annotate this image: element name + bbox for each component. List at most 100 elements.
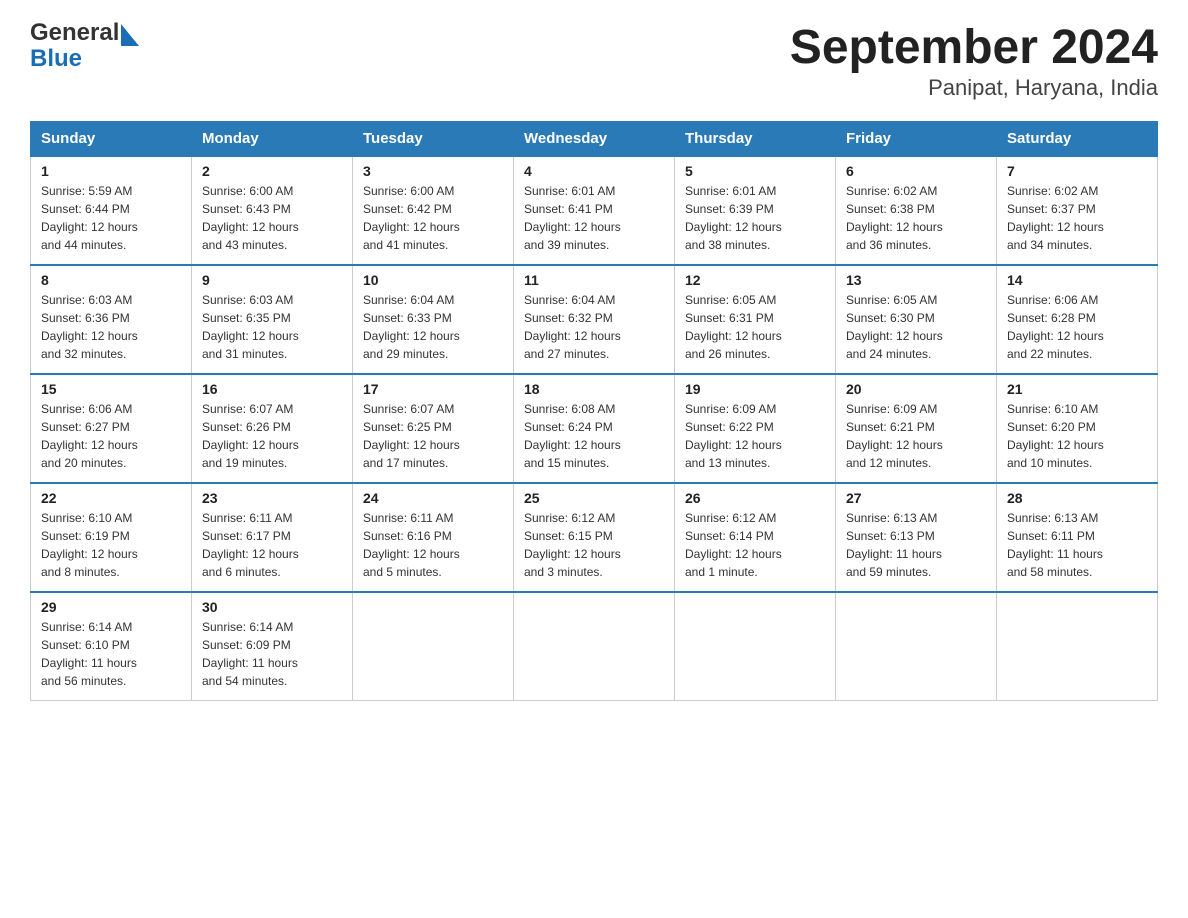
day-info: Sunrise: 6:06 AMSunset: 6:27 PMDaylight:… [41, 400, 181, 472]
week-row-2: 8 Sunrise: 6:03 AMSunset: 6:36 PMDaylight… [31, 265, 1158, 374]
weekday-header-monday: Monday [192, 122, 353, 157]
day-info: Sunrise: 6:01 AMSunset: 6:39 PMDaylight:… [685, 182, 825, 254]
calendar-cell: 7Sunrise: 6:02 AMSunset: 6:37 PMDaylight… [997, 156, 1158, 265]
day-info: Sunrise: 6:05 AMSunset: 6:31 PMDaylight:… [685, 291, 825, 363]
day-number: 4 [524, 163, 664, 179]
day-number: 14 [1007, 272, 1147, 288]
week-row-5: 29 Sunrise: 6:14 AMSunset: 6:10 PMDayligh… [31, 592, 1158, 701]
calendar-cell: 2Sunrise: 6:00 AMSunset: 6:43 PMDaylight… [192, 156, 353, 265]
calendar-cell: 29 Sunrise: 6:14 AMSunset: 6:10 PMDayligh… [31, 592, 192, 701]
day-info: Sunrise: 6:07 AMSunset: 6:25 PMDaylight:… [363, 400, 503, 472]
calendar-cell: 3 Sunrise: 6:00 AMSunset: 6:42 PMDaylight… [353, 156, 514, 265]
day-info: Sunrise: 6:05 AMSunset: 6:30 PMDaylight:… [846, 291, 986, 363]
calendar-cell: 26Sunrise: 6:12 AMSunset: 6:14 PMDayligh… [675, 483, 836, 592]
weekday-header-wednesday: Wednesday [514, 122, 675, 157]
day-info: Sunrise: 6:10 AMSunset: 6:20 PMDaylight:… [1007, 400, 1147, 472]
day-number: 17 [363, 381, 503, 397]
calendar-cell: 30Sunrise: 6:14 AMSunset: 6:09 PMDayligh… [192, 592, 353, 701]
day-info: Sunrise: 6:04 AMSunset: 6:32 PMDaylight:… [524, 291, 664, 363]
calendar-cell: 24Sunrise: 6:11 AMSunset: 6:16 PMDayligh… [353, 483, 514, 592]
day-number: 7 [1007, 163, 1147, 179]
day-number: 13 [846, 272, 986, 288]
calendar-cell: 14 Sunrise: 6:06 AMSunset: 6:28 PMDayligh… [997, 265, 1158, 374]
day-number: 2 [202, 163, 342, 179]
day-info: Sunrise: 6:06 AMSunset: 6:28 PMDaylight:… [1007, 291, 1147, 363]
calendar-cell: 4 Sunrise: 6:01 AMSunset: 6:41 PMDaylight… [514, 156, 675, 265]
day-info: Sunrise: 6:02 AMSunset: 6:38 PMDaylight:… [846, 182, 986, 254]
calendar-cell: 13 Sunrise: 6:05 AMSunset: 6:30 PMDayligh… [836, 265, 997, 374]
calendar-cell: 10 Sunrise: 6:04 AMSunset: 6:33 PMDayligh… [353, 265, 514, 374]
calendar-cell: 18 Sunrise: 6:08 AMSunset: 6:24 PMDayligh… [514, 374, 675, 483]
day-info: Sunrise: 6:13 AMSunset: 6:13 PMDaylight:… [846, 509, 986, 581]
weekday-header-sunday: Sunday [31, 122, 192, 157]
day-number: 1 [41, 163, 181, 179]
day-info: Sunrise: 6:07 AMSunset: 6:26 PMDaylight:… [202, 400, 342, 472]
weekday-header-friday: Friday [836, 122, 997, 157]
day-info: Sunrise: 6:14 AMSunset: 6:10 PMDaylight:… [41, 618, 181, 690]
calendar-table: SundayMondayTuesdayWednesdayThursdayFrid… [30, 121, 1158, 701]
day-info: Sunrise: 6:03 AMSunset: 6:35 PMDaylight:… [202, 291, 342, 363]
day-number: 9 [202, 272, 342, 288]
title-block: September 2024 Panipat, Haryana, India [790, 20, 1158, 101]
calendar-cell [675, 592, 836, 701]
calendar-cell: 22 Sunrise: 6:10 AMSunset: 6:19 PMDayligh… [31, 483, 192, 592]
day-info: Sunrise: 6:01 AMSunset: 6:41 PMDaylight:… [524, 182, 664, 254]
day-number: 29 [41, 599, 181, 615]
calendar-cell [514, 592, 675, 701]
day-number: 22 [41, 490, 181, 506]
day-number: 27 [846, 490, 986, 506]
calendar-cell: 12 Sunrise: 6:05 AMSunset: 6:31 PMDayligh… [675, 265, 836, 374]
day-number: 11 [524, 272, 664, 288]
calendar-cell: 17 Sunrise: 6:07 AMSunset: 6:25 PMDayligh… [353, 374, 514, 483]
calendar-cell: 8 Sunrise: 6:03 AMSunset: 6:36 PMDaylight… [31, 265, 192, 374]
day-number: 20 [846, 381, 986, 397]
calendar-cell: 19Sunrise: 6:09 AMSunset: 6:22 PMDayligh… [675, 374, 836, 483]
day-info: Sunrise: 6:00 AMSunset: 6:42 PMDaylight:… [363, 182, 503, 254]
day-info: Sunrise: 6:04 AMSunset: 6:33 PMDaylight:… [363, 291, 503, 363]
day-info: Sunrise: 6:08 AMSunset: 6:24 PMDaylight:… [524, 400, 664, 472]
day-info: Sunrise: 6:03 AMSunset: 6:36 PMDaylight:… [41, 291, 181, 363]
calendar-header: SundayMondayTuesdayWednesdayThursdayFrid… [31, 122, 1158, 157]
calendar-cell: 16Sunrise: 6:07 AMSunset: 6:26 PMDayligh… [192, 374, 353, 483]
calendar-title: September 2024 [790, 20, 1158, 75]
day-number: 21 [1007, 381, 1147, 397]
calendar-cell [997, 592, 1158, 701]
day-number: 6 [846, 163, 986, 179]
calendar-cell: 28 Sunrise: 6:13 AMSunset: 6:11 PMDayligh… [997, 483, 1158, 592]
day-info: Sunrise: 6:11 AMSunset: 6:16 PMDaylight:… [363, 509, 503, 581]
weekday-header-row: SundayMondayTuesdayWednesdayThursdayFrid… [31, 122, 1158, 157]
day-number: 12 [685, 272, 825, 288]
day-number: 3 [363, 163, 503, 179]
day-info: Sunrise: 6:12 AMSunset: 6:15 PMDaylight:… [524, 509, 664, 581]
day-number: 18 [524, 381, 664, 397]
day-info: Sunrise: 6:11 AMSunset: 6:17 PMDaylight:… [202, 509, 342, 581]
day-info: Sunrise: 6:13 AMSunset: 6:11 PMDaylight:… [1007, 509, 1147, 581]
weekday-header-thursday: Thursday [675, 122, 836, 157]
calendar-cell: 15Sunrise: 6:06 AMSunset: 6:27 PMDayligh… [31, 374, 192, 483]
page-header: General Blue September 2024 Panipat, Har… [30, 20, 1158, 101]
day-info: Sunrise: 6:12 AMSunset: 6:14 PMDaylight:… [685, 509, 825, 581]
logo: General Blue [30, 20, 139, 73]
calendar-cell: 20 Sunrise: 6:09 AMSunset: 6:21 PMDayligh… [836, 374, 997, 483]
calendar-cell: 11 Sunrise: 6:04 AMSunset: 6:32 PMDayligh… [514, 265, 675, 374]
weekday-header-saturday: Saturday [997, 122, 1158, 157]
calendar-cell: 25Sunrise: 6:12 AMSunset: 6:15 PMDayligh… [514, 483, 675, 592]
week-row-1: 1 Sunrise: 5:59 AMSunset: 6:44 PMDaylight… [31, 156, 1158, 265]
calendar-cell: 23 Sunrise: 6:11 AMSunset: 6:17 PMDayligh… [192, 483, 353, 592]
day-info: Sunrise: 6:14 AMSunset: 6:09 PMDaylight:… [202, 618, 342, 690]
day-info: Sunrise: 6:09 AMSunset: 6:21 PMDaylight:… [846, 400, 986, 472]
calendar-cell [836, 592, 997, 701]
day-info: Sunrise: 5:59 AMSunset: 6:44 PMDaylight:… [41, 182, 181, 254]
calendar-cell: 21 Sunrise: 6:10 AMSunset: 6:20 PMDayligh… [997, 374, 1158, 483]
day-info: Sunrise: 6:10 AMSunset: 6:19 PMDaylight:… [41, 509, 181, 581]
logo-general-text: General [30, 20, 119, 46]
calendar-cell: 27 Sunrise: 6:13 AMSunset: 6:13 PMDayligh… [836, 483, 997, 592]
logo-triangle-icon [121, 24, 139, 46]
day-number: 8 [41, 272, 181, 288]
day-number: 23 [202, 490, 342, 506]
calendar-cell: 9 Sunrise: 6:03 AMSunset: 6:35 PMDaylight… [192, 265, 353, 374]
day-number: 28 [1007, 490, 1147, 506]
week-row-4: 22 Sunrise: 6:10 AMSunset: 6:19 PMDayligh… [31, 483, 1158, 592]
day-number: 10 [363, 272, 503, 288]
day-number: 19 [685, 381, 825, 397]
